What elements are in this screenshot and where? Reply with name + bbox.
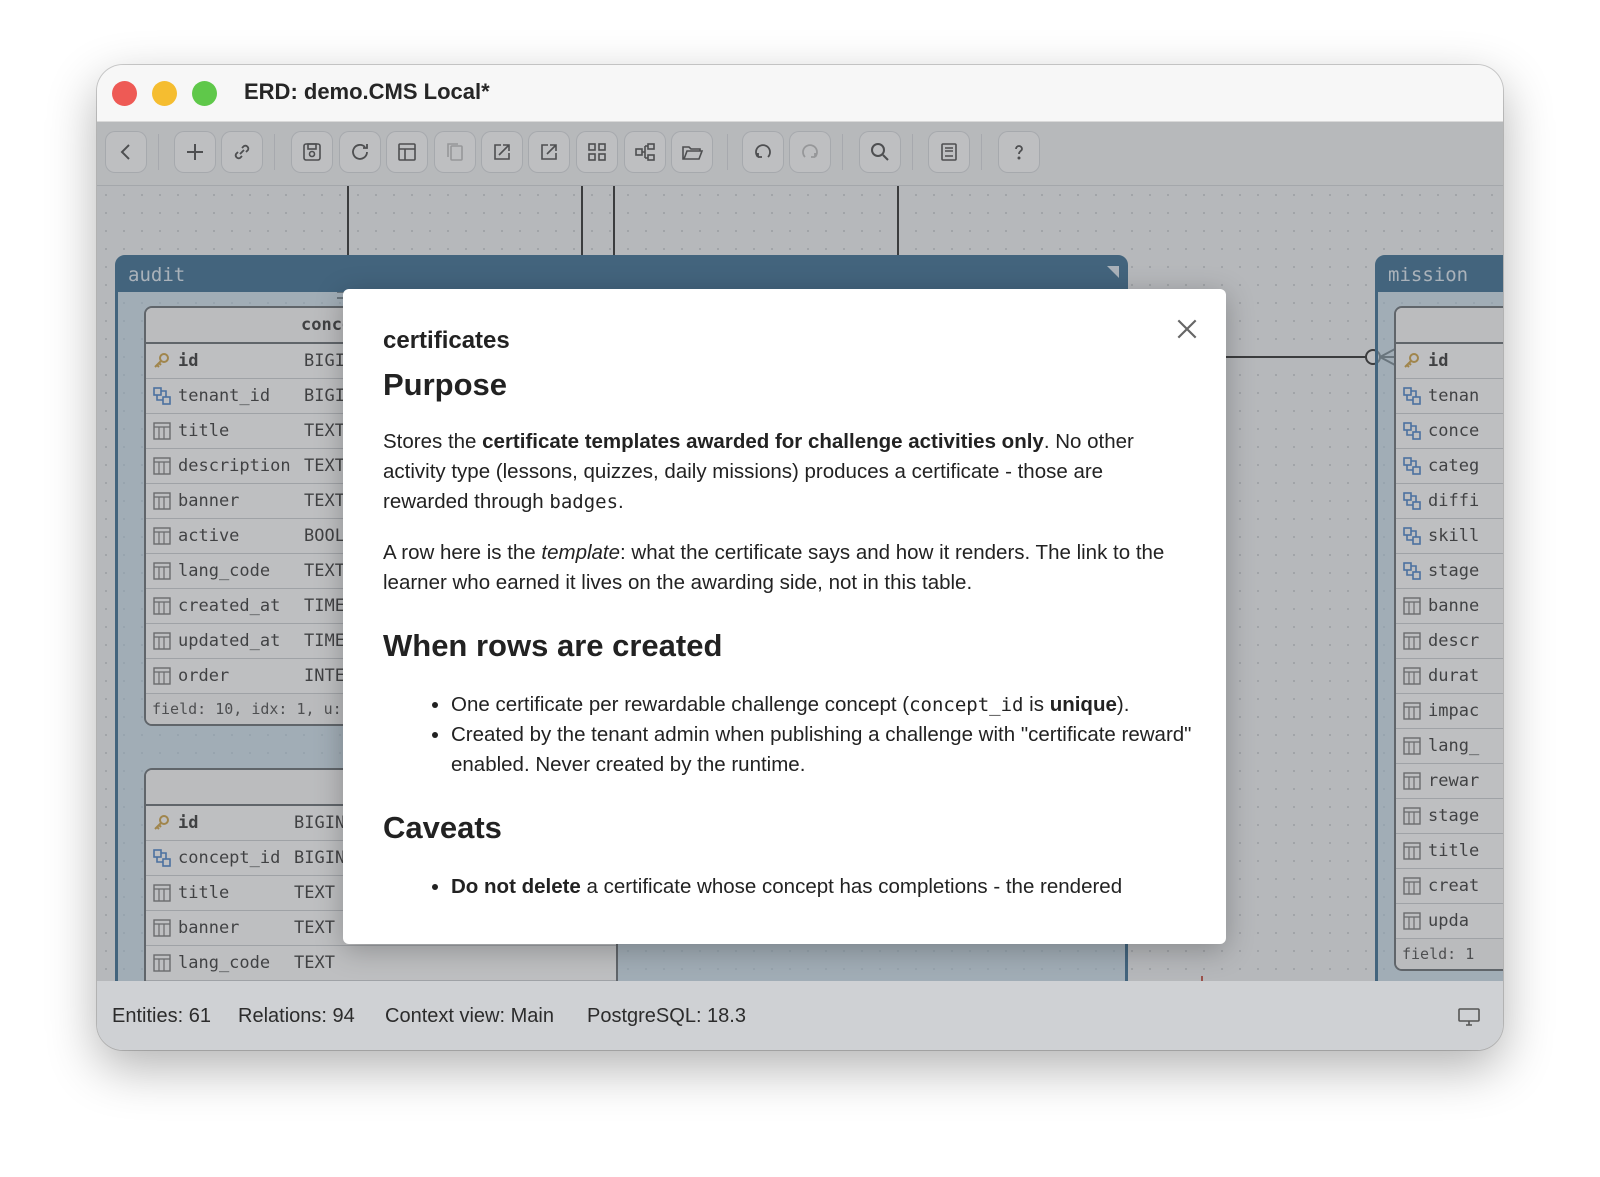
description-dialog: certificates Purpose Stores the certific… (343, 289, 1226, 944)
window-title: ERD: demo.CMS Local* (244, 79, 490, 104)
when-heading: When rows are created (383, 628, 723, 663)
caveats-list: Do not delete a certificate whose concep… (383, 872, 1193, 902)
db-version: PostgreSQL: 18.3 (587, 1005, 746, 1027)
status-bar: Entities: 61 Relations: 94 Context view:… (97, 981, 1503, 1050)
list-item: Created by the tenant admin when publish… (451, 720, 1193, 780)
zoom-window-button[interactable] (192, 81, 217, 106)
list-item: One certificate per rewardable challenge… (451, 690, 1193, 720)
relations-count: Relations: 94 (238, 1005, 355, 1027)
purpose-paragraph-1: Stores the certificate templates awarded… (383, 430, 1134, 513)
caveats-heading: Caveats (383, 810, 502, 845)
monitor-icon[interactable] (1457, 1007, 1481, 1027)
dialog-title: certificates (383, 327, 510, 354)
context-view: Context view: Main (385, 1005, 554, 1027)
list-item: Do not delete a certificate whose concep… (451, 872, 1193, 902)
entities-count: Entities: 61 (112, 1005, 211, 1027)
purpose-paragraph-2: A row here is the template: what the cer… (383, 541, 1165, 594)
purpose-heading: Purpose (383, 367, 508, 402)
title-bar: ERD: demo.CMS Local* (97, 65, 1503, 122)
minimize-window-button[interactable] (152, 81, 177, 106)
dialog-content: certificates Purpose Stores the certific… (383, 327, 1193, 909)
close-window-button[interactable] (112, 81, 137, 106)
when-list: One certificate per rewardable challenge… (383, 690, 1193, 780)
